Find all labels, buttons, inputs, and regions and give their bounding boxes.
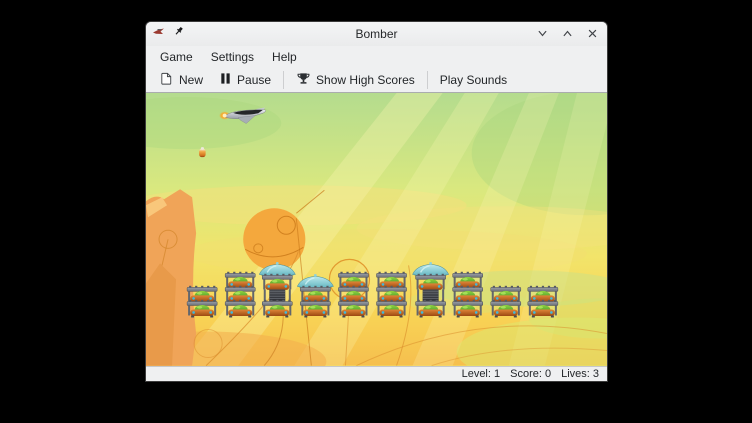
bomber-window: Bomber Game Settings Help New Pause [146,22,607,381]
game-canvas[interactable] [146,93,607,366]
chevron-up-icon [562,27,573,42]
show-high-scores-button[interactable]: Show High Scores [288,69,423,91]
tower [187,286,217,318]
trophy-icon [296,71,311,89]
desktop-background: { "titlebar": { "title": "Bomber", "icon… [0,0,752,423]
pin-icon[interactable] [172,25,185,43]
pause-icon [219,72,232,88]
pause-button[interactable]: Pause [211,70,279,90]
tower [528,286,558,318]
tower [259,262,295,318]
tower [491,286,521,318]
titlebar: Bomber [146,22,607,46]
new-document-icon [159,71,174,89]
menubar: Game Settings Help [146,46,607,68]
chevron-down-icon [537,27,548,42]
score-indicator: Score: 0 [510,368,551,380]
new-button[interactable]: New [151,69,211,91]
play-sounds-toggle[interactable]: Play Sounds [432,71,515,89]
maximize-button[interactable] [559,26,575,42]
menu-settings[interactable]: Settings [202,48,263,66]
menu-game[interactable]: Game [151,48,202,66]
game-background [146,93,607,366]
bomber-app-icon[interactable] [153,25,165,43]
close-button[interactable] [584,26,600,42]
tower [413,262,449,318]
toolbar: New Pause Show High Scores Play Sounds [146,68,607,93]
lives-indicator: Lives: 3 [561,368,599,380]
menu-help[interactable]: Help [263,48,306,66]
close-x-icon [587,27,598,42]
tower [297,274,333,317]
toolbar-separator [427,71,428,89]
level-indicator: Level: 1 [462,368,501,380]
minimize-button[interactable] [534,26,550,42]
toolbar-separator [283,71,284,89]
statusbar: Level: 1 Score: 0 Lives: 3 [146,366,607,381]
